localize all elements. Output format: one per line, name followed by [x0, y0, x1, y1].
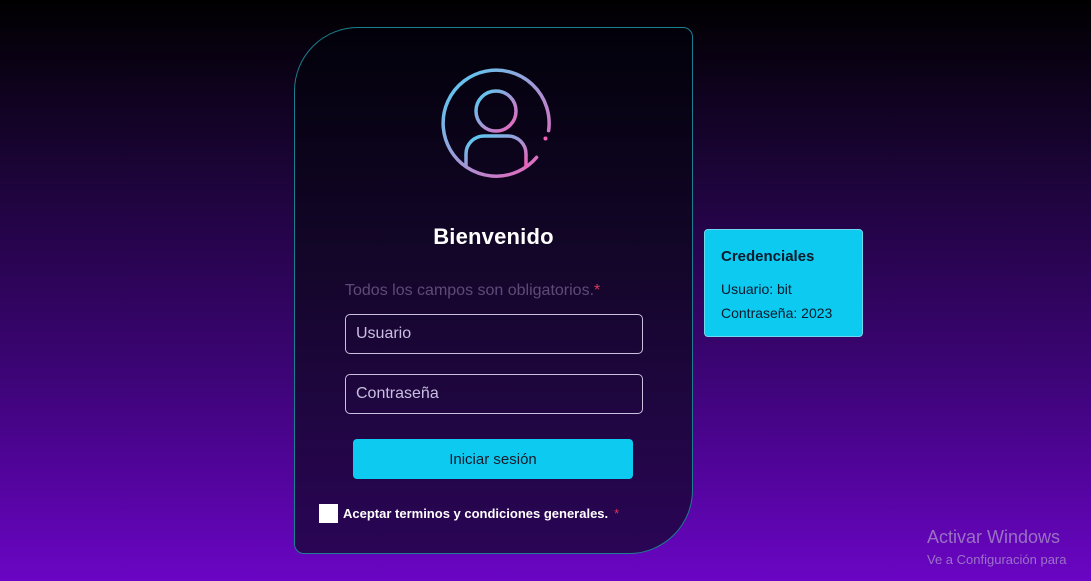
- credentials-panel: Credenciales Usuario: bit Contraseña: 20…: [704, 229, 863, 337]
- username-input[interactable]: [345, 314, 643, 354]
- credentials-username: Usuario: bit: [721, 281, 792, 297]
- credentials-title: Credenciales: [721, 248, 815, 265]
- activate-windows-watermark: Activar Windows Ve a Configuración para: [927, 527, 1066, 567]
- terms-label[interactable]: Aceptar terminos y condiciones generales…: [343, 506, 608, 521]
- page-title: Bienvenido: [433, 224, 554, 249]
- watermark-subtitle: Ve a Configuración para: [927, 552, 1067, 567]
- required-marker: *: [594, 282, 601, 299]
- login-card: Bienvenido Todos los campos son obligato…: [294, 27, 693, 554]
- required-fields-note: Todos los campos son obligatorios.*: [345, 282, 600, 300]
- login-button[interactable]: Iniciar sesión: [353, 439, 633, 479]
- terms-row: Aceptar terminos y condiciones generales…: [319, 504, 619, 523]
- terms-required-marker: *: [614, 506, 620, 521]
- user-circle-icon: [441, 68, 551, 178]
- credentials-password: Contraseña: 2023: [721, 305, 833, 321]
- required-note-text: Todos los campos son obligatorios.: [345, 282, 595, 299]
- watermark-title: Activar Windows: [927, 527, 1061, 547]
- password-input[interactable]: [345, 374, 643, 414]
- terms-checkbox[interactable]: [319, 504, 338, 523]
